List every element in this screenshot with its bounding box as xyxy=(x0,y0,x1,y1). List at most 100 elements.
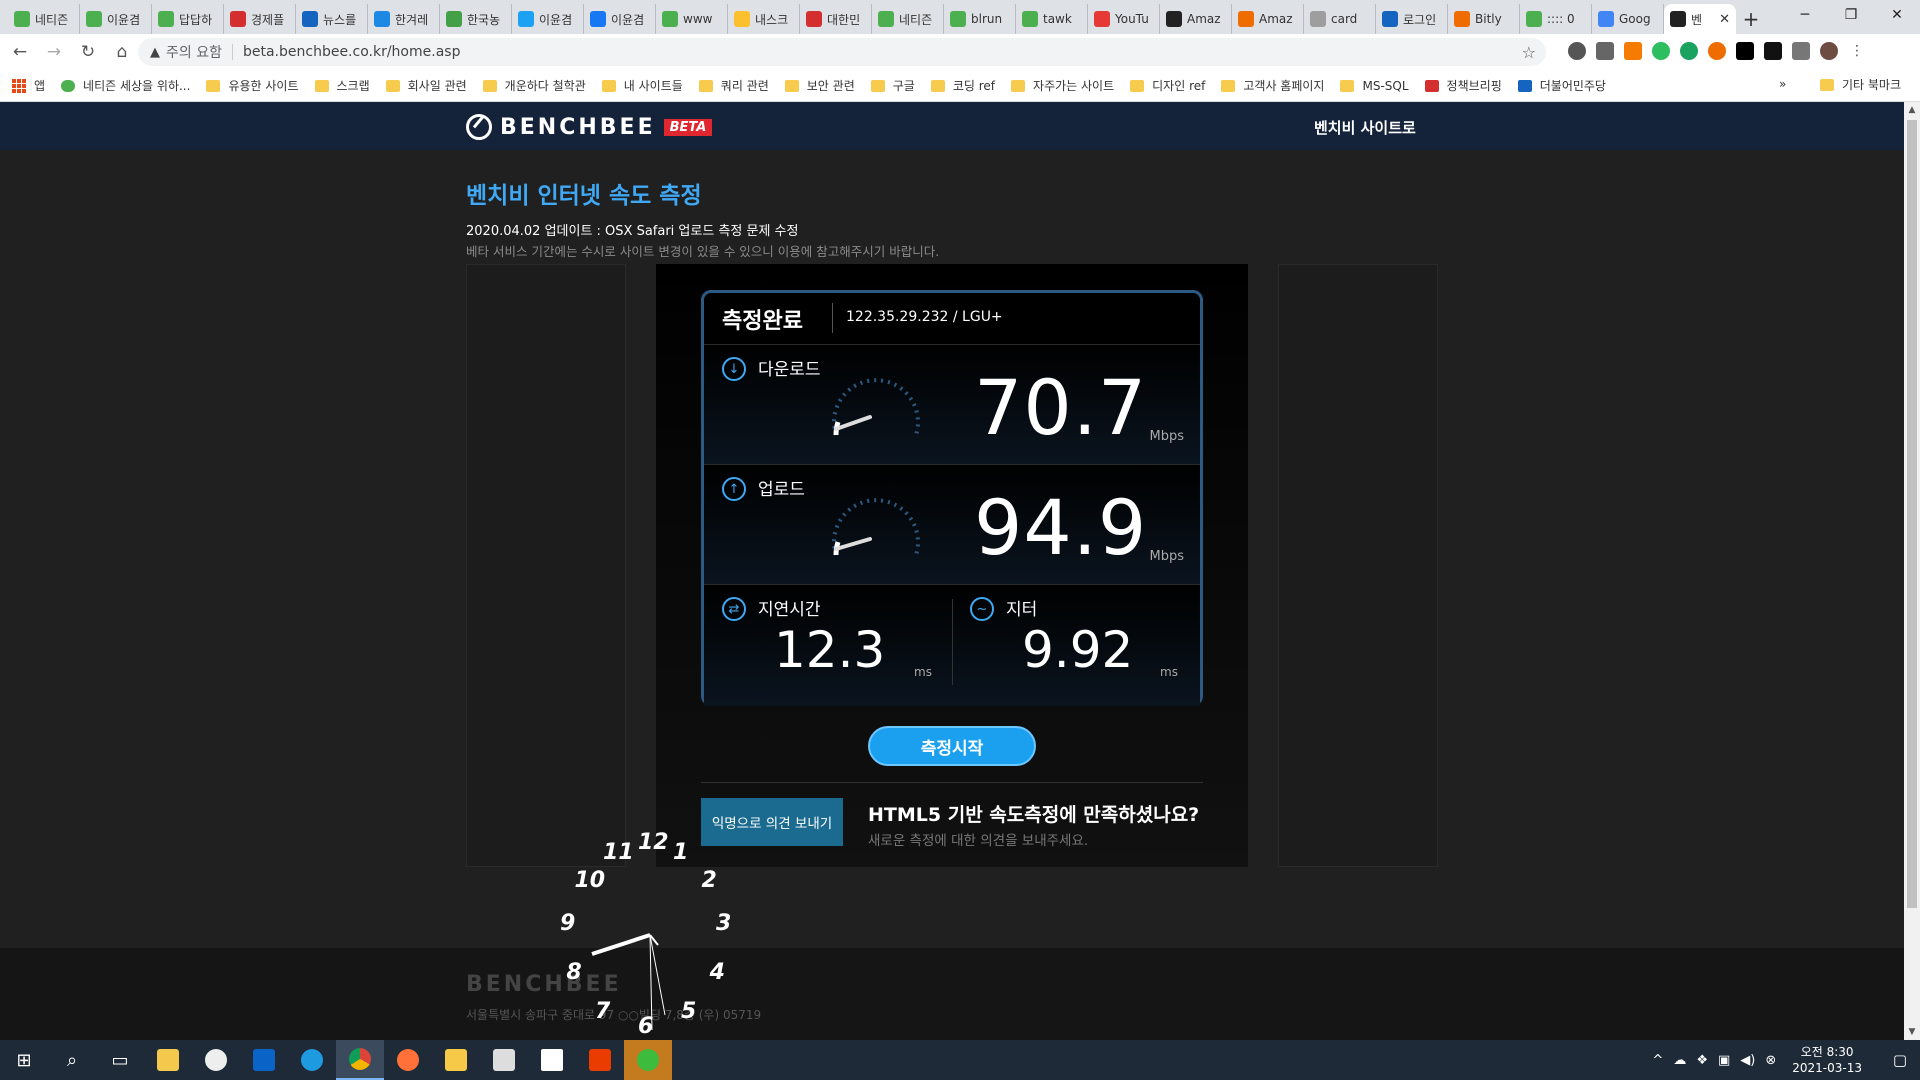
bookmark-item[interactable]: 구글 xyxy=(870,77,915,94)
bookmark-item[interactable]: 개운하다 철학관 xyxy=(482,77,586,94)
scroll-down-icon[interactable]: ▼ xyxy=(1904,1024,1920,1040)
chrome-icon[interactable] xyxy=(336,1040,384,1080)
bookmark-item[interactable]: 디자인 ref xyxy=(1130,77,1205,94)
onedrive-icon[interactable]: ☁ xyxy=(1673,1053,1686,1068)
browser-tab[interactable]: 로그인 xyxy=(1376,4,1448,34)
taskbar-clock[interactable]: 오전 8:30 2021-03-13 xyxy=(1792,1044,1862,1076)
edge-icon[interactable] xyxy=(288,1040,336,1080)
browser-tab[interactable]: Goog xyxy=(1592,4,1664,34)
restore-button[interactable]: ❐ xyxy=(1828,0,1874,30)
bookmark-item[interactable]: 쿼리 관련 xyxy=(698,77,769,94)
avatar[interactable] xyxy=(1820,42,1838,60)
bookmark-item[interactable]: 자주가는 사이트 xyxy=(1011,77,1114,94)
notification-icon[interactable]: ▢ xyxy=(1880,1040,1920,1080)
bookmark-item[interactable]: 더불어민주당 xyxy=(1517,77,1606,94)
bookmark-item[interactable]: MS-SQL xyxy=(1340,79,1409,93)
benchbee-logo[interactable]: BENCHBEE BETA xyxy=(466,114,713,140)
office-icon[interactable] xyxy=(576,1040,624,1080)
site-header: BENCHBEE BETA 벤치비 사이트로 xyxy=(0,102,1904,150)
file-explorer-icon[interactable] xyxy=(432,1040,480,1080)
start-test-button[interactable]: 측정시작 xyxy=(868,726,1036,766)
web-page: BENCHBEE BETA 벤치비 사이트로 벤치비 인터넷 속도 측정 202… xyxy=(0,102,1904,1040)
extension-icon[interactable] xyxy=(1736,42,1754,60)
browser-tab[interactable]: 네티즌 xyxy=(872,4,944,34)
warning-icon[interactable]: ▲ xyxy=(150,45,160,60)
dropbox-icon[interactable]: ❖ xyxy=(1696,1053,1708,1068)
volume-icon[interactable]: ◀) xyxy=(1740,1053,1755,1068)
bookmark-item[interactable]: 고객사 홈페이지 xyxy=(1221,77,1324,94)
browser-tab[interactable]: 한국농 xyxy=(440,4,512,34)
browser-tab[interactable]: 이윤겸 xyxy=(80,4,152,34)
sync-app-icon[interactable] xyxy=(624,1040,672,1080)
puzzle-icon[interactable] xyxy=(1792,42,1810,60)
evernote-icon[interactable] xyxy=(1652,42,1670,60)
security-label[interactable]: 주의 요함 xyxy=(166,42,222,62)
bookmark-item[interactable]: 유용한 사이트 xyxy=(206,77,299,94)
browser-tab[interactable]: 경제플 xyxy=(224,4,296,34)
browser-tab[interactable]: 내스크 xyxy=(728,4,800,34)
bookmarks-more-button[interactable]: » xyxy=(1779,77,1786,91)
scrollbar-thumb[interactable] xyxy=(1907,120,1917,908)
bookmark-item[interactable]: 네티즌 세상을 위하... xyxy=(61,77,190,94)
home-icon[interactable]: ⌂ xyxy=(108,38,136,66)
site-link[interactable]: 벤치비 사이트로 xyxy=(1314,117,1416,138)
bookmark-item[interactable]: 보안 관련 xyxy=(784,77,855,94)
bookmark-star-icon[interactable]: ☆ xyxy=(1522,43,1536,62)
url-text[interactable]: beta.benchbee.co.kr/home.asp xyxy=(243,44,460,60)
browser-tab[interactable]: 답답하 xyxy=(152,4,224,34)
other-bookmarks[interactable]: 기타 북마크 xyxy=(1820,76,1901,93)
network-icon[interactable]: ▣ xyxy=(1718,1053,1730,1068)
extension-icon[interactable] xyxy=(1596,42,1614,60)
browser-tab[interactable]: blrun xyxy=(944,4,1016,34)
browser-tab[interactable]: Bitly xyxy=(1448,4,1520,34)
mail-icon[interactable] xyxy=(528,1040,576,1080)
active-browser-tab[interactable]: 벤 ✕ xyxy=(1664,4,1736,34)
close-tab-icon[interactable]: ✕ xyxy=(1719,12,1730,27)
browser-tab[interactable]: www xyxy=(656,4,728,34)
browser-tab[interactable]: tawk xyxy=(1016,4,1088,34)
tray-overflow-icon[interactable]: ^ xyxy=(1652,1053,1663,1068)
browser-tab[interactable]: Amaz xyxy=(1232,4,1304,34)
new-tab-button[interactable]: + xyxy=(1736,4,1766,34)
back-icon[interactable]: ← xyxy=(6,38,34,66)
address-bar[interactable]: ▲ 주의 요함 beta.benchbee.co.kr/home.asp ☆ xyxy=(138,38,1546,66)
rss-icon[interactable] xyxy=(1624,42,1642,60)
bookmark-item[interactable]: 스크랩 xyxy=(314,77,370,94)
browser-tab[interactable]: 네티즌 xyxy=(8,4,80,34)
browser-tab[interactable]: 한겨레 xyxy=(368,4,440,34)
bookmark-item[interactable]: 코딩 ref xyxy=(930,77,995,94)
scroll-up-icon[interactable]: ▲ xyxy=(1904,102,1920,118)
browser-tab[interactable]: 대한민 xyxy=(800,4,872,34)
browser-tab[interactable]: YouTu xyxy=(1088,4,1160,34)
minimize-button[interactable]: ─ xyxy=(1782,0,1828,30)
vertical-scrollbar[interactable]: ▲ ▼ xyxy=(1904,102,1920,1040)
browser-tab[interactable]: 이윤겸 xyxy=(584,4,656,34)
bookmark-item[interactable]: 회사일 관련 xyxy=(385,77,467,94)
menu-icon[interactable]: ⋮ xyxy=(1848,42,1866,60)
firefox-icon[interactable] xyxy=(384,1040,432,1080)
extension-icon[interactable] xyxy=(1680,42,1698,60)
close-window-button[interactable]: ✕ xyxy=(1874,0,1920,30)
browser-tab[interactable]: :::: 0 xyxy=(1520,4,1592,34)
browser-tab[interactable]: Amaz xyxy=(1160,4,1232,34)
outlook-icon[interactable] xyxy=(240,1040,288,1080)
reload-icon[interactable]: ↻ xyxy=(74,38,102,66)
app-icon[interactable] xyxy=(144,1040,192,1080)
folder-icon xyxy=(385,79,400,92)
status-icon[interactable]: ⊗ xyxy=(1765,1053,1776,1068)
browser-tab[interactable]: 이윤겸 xyxy=(512,4,584,34)
extension-icon[interactable] xyxy=(1764,42,1782,60)
search-icon[interactable]: ⌕ xyxy=(48,1040,96,1080)
forward-icon[interactable]: → xyxy=(40,38,68,66)
app-icon[interactable] xyxy=(192,1040,240,1080)
bookmark-item[interactable]: 내 사이트들 xyxy=(601,77,683,94)
task-view-icon[interactable]: ▭ xyxy=(96,1040,144,1080)
browser-tab[interactable]: 뉴스를 xyxy=(296,4,368,34)
extension-icon[interactable] xyxy=(1568,42,1586,60)
store-icon[interactable] xyxy=(480,1040,528,1080)
windows-start-icon[interactable]: ⊞ xyxy=(0,1040,48,1080)
extension-icon[interactable] xyxy=(1708,42,1726,60)
bookmark-item[interactable]: 앱 xyxy=(12,77,45,94)
bookmark-item[interactable]: 정책브리핑 xyxy=(1424,77,1502,94)
browser-tab[interactable]: card xyxy=(1304,4,1376,34)
